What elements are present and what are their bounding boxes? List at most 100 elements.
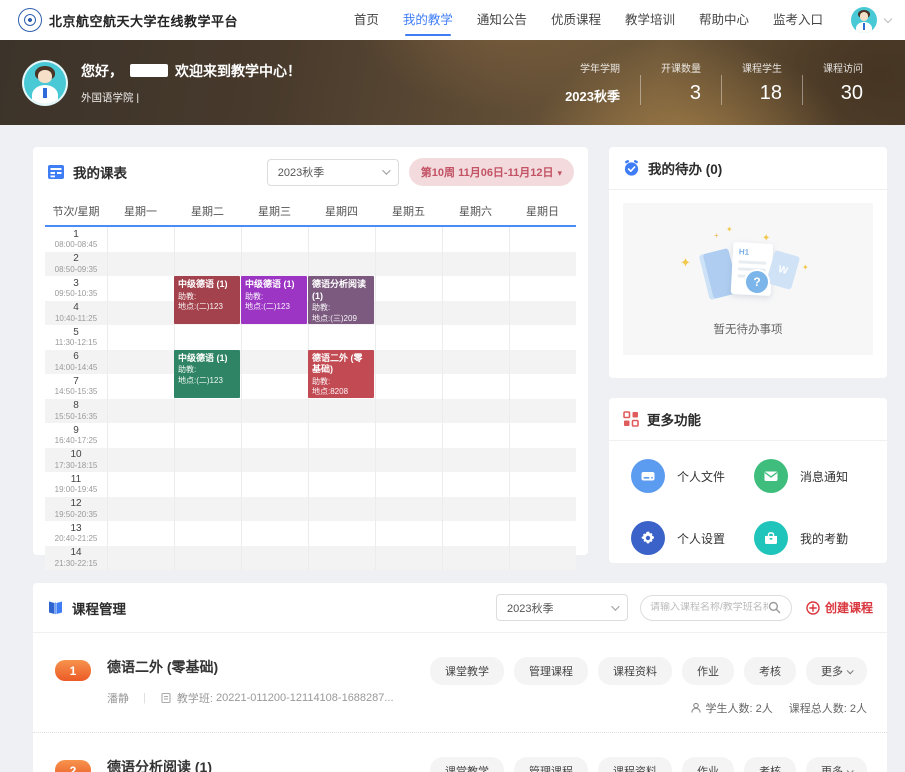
course-action-3[interactable]: 作业 [682, 657, 734, 685]
timetable-cell[interactable] [107, 276, 174, 301]
timetable-cell[interactable] [107, 301, 174, 326]
timetable-cell[interactable] [509, 325, 576, 350]
timetable-cell[interactable] [442, 521, 509, 546]
timetable-cell[interactable] [375, 276, 442, 301]
timetable-cell[interactable] [107, 546, 174, 571]
create-course-button[interactable]: 创建课程 [806, 599, 873, 616]
timetable-cell[interactable] [442, 276, 509, 301]
timetable-cell[interactable] [107, 423, 174, 448]
timetable-cell[interactable] [375, 546, 442, 571]
timetable-cell[interactable] [174, 325, 241, 350]
timetable-cell[interactable] [442, 423, 509, 448]
timetable-cell[interactable] [442, 448, 509, 473]
timetable-cell[interactable] [308, 521, 375, 546]
timetable-event[interactable]: 中级德语 (1) 助教: 地点:(二)123 [241, 276, 307, 324]
timetable-cell[interactable] [241, 350, 308, 375]
timetable-cell[interactable] [308, 325, 375, 350]
timetable-cell[interactable] [174, 472, 241, 497]
more-item-0[interactable]: 个人文件 [631, 459, 754, 493]
timetable-cell[interactable] [308, 472, 375, 497]
timetable-cell[interactable] [107, 497, 174, 522]
course-action-0[interactable]: 课堂教学 [430, 657, 504, 685]
timetable-cell[interactable] [442, 546, 509, 571]
timetable-cell[interactable] [107, 325, 174, 350]
course-action-2[interactable]: 课程资料 [598, 757, 672, 772]
timetable-cell[interactable] [107, 252, 174, 277]
timetable-event[interactable]: 中级德语 (1) 助教: 地点:(二)123 [174, 276, 240, 324]
course-action-5[interactable]: 更多 [806, 657, 867, 685]
timetable-cell[interactable] [241, 423, 308, 448]
course-search[interactable] [640, 595, 792, 621]
timetable-cell[interactable] [308, 423, 375, 448]
timetable-cell[interactable] [509, 276, 576, 301]
timetable-cell[interactable] [241, 252, 308, 277]
timetable-cell[interactable] [375, 301, 442, 326]
courses-term-select[interactable]: 2023秋季 [496, 594, 628, 621]
course-search-input[interactable] [650, 602, 768, 613]
course-action-3[interactable]: 作业 [682, 757, 734, 772]
timetable-cell[interactable] [442, 325, 509, 350]
nav-item-2[interactable]: 通知公告 [477, 0, 527, 40]
nav-item-6[interactable]: 监考入口 [773, 0, 823, 40]
timetable-cell[interactable] [509, 252, 576, 277]
course-action-4[interactable]: 考核 [744, 757, 796, 772]
nav-item-1[interactable]: 我的教学 [403, 0, 453, 40]
timetable-cell[interactable] [442, 497, 509, 522]
user-avatar[interactable] [851, 7, 877, 33]
timetable-cell[interactable] [375, 497, 442, 522]
week-selector[interactable]: 第10周 11月06日-11月12日▾ [409, 158, 574, 186]
timetable-cell[interactable] [308, 497, 375, 522]
timetable-cell[interactable] [442, 227, 509, 252]
timetable-cell[interactable] [375, 227, 442, 252]
timetable-cell[interactable] [107, 227, 174, 252]
timetable-cell[interactable] [107, 472, 174, 497]
timetable-cell[interactable] [509, 448, 576, 473]
timetable-cell[interactable] [174, 497, 241, 522]
timetable-cell[interactable] [509, 423, 576, 448]
timetable-cell[interactable] [241, 374, 308, 399]
more-item-2[interactable]: 个人设置 [631, 521, 754, 555]
timetable-cell[interactable] [107, 399, 174, 424]
more-item-1[interactable]: 消息通知 [754, 459, 877, 493]
timetable-cell[interactable] [241, 399, 308, 424]
timetable-cell[interactable] [107, 350, 174, 375]
timetable-cell[interactable] [509, 521, 576, 546]
course-action-1[interactable]: 管理课程 [514, 657, 588, 685]
timetable-cell[interactable] [308, 448, 375, 473]
nav-item-3[interactable]: 优质课程 [551, 0, 601, 40]
timetable-cell[interactable] [509, 472, 576, 497]
timetable-cell[interactable] [241, 227, 308, 252]
timetable-event[interactable]: 德语二外 (零基础) 助教: 地点:8208 [308, 350, 374, 398]
term-select[interactable]: 2023秋季 [267, 159, 399, 186]
timetable-event[interactable]: 德语分析阅读 (1) 助教: 地点:(三)209 [308, 276, 374, 324]
timetable-cell[interactable] [107, 374, 174, 399]
timetable-cell[interactable] [107, 448, 174, 473]
timetable-cell[interactable] [174, 252, 241, 277]
timetable-cell[interactable] [308, 399, 375, 424]
timetable-cell[interactable] [442, 472, 509, 497]
timetable-cell[interactable] [308, 546, 375, 571]
nav-item-0[interactable]: 首页 [354, 0, 379, 40]
course-action-2[interactable]: 课程资料 [598, 657, 672, 685]
timetable-cell[interactable] [509, 301, 576, 326]
timetable-cell[interactable] [509, 546, 576, 571]
timetable-cell[interactable] [375, 325, 442, 350]
timetable-cell[interactable] [174, 227, 241, 252]
user-menu-chevron-icon[interactable] [884, 14, 892, 22]
timetable-cell[interactable] [509, 399, 576, 424]
timetable-cell[interactable] [375, 521, 442, 546]
timetable-cell[interactable] [241, 448, 308, 473]
course-action-5[interactable]: 更多 [806, 757, 867, 772]
course-action-0[interactable]: 课堂教学 [430, 757, 504, 772]
timetable-cell[interactable] [241, 521, 308, 546]
timetable-cell[interactable] [509, 350, 576, 375]
timetable-cell[interactable] [107, 521, 174, 546]
timetable-cell[interactable] [375, 448, 442, 473]
course-title[interactable]: 德语二外 (零基础) [107, 657, 427, 677]
timetable-cell[interactable] [375, 252, 442, 277]
more-item-3[interactable]: 我的考勤 [754, 521, 877, 555]
course-title[interactable]: 德语分析阅读 (1) [107, 757, 427, 772]
search-icon[interactable] [768, 601, 781, 614]
timetable-cell[interactable] [509, 374, 576, 399]
timetable-cell[interactable] [241, 472, 308, 497]
